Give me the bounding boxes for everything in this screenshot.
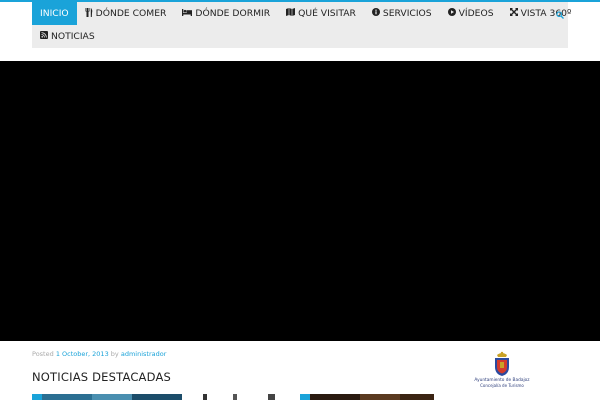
coat-of-arms-icon [495,351,509,376]
nav-item-label: NOTICIAS [51,31,95,42]
logo-subtitle: Concejalía de Turismo [480,383,524,388]
nav-item-videos[interactable]: VÍDEOS [440,2,502,25]
featured-thumbnail-1[interactable] [32,394,182,400]
ayuntamiento-logo[interactable]: Ayuntamiento de Badajoz Concejalía de Tu… [472,351,532,400]
nav-item-servicios[interactable]: SERVICIOS [364,2,440,25]
nav-item-donde-comer[interactable]: DÓNDE COMER [77,2,175,25]
info-icon [371,8,380,19]
nav-item-label: VÍDEOS [458,8,494,19]
search-button[interactable] [552,2,568,25]
section-title: NOTICIAS DESTACADAS [32,370,172,384]
play-icon [447,8,456,19]
post-author-link[interactable]: administrador [121,350,167,358]
nav-row-secondary: NOTICIAS [32,25,103,48]
nav-item-noticias[interactable]: NOTICIAS [32,25,103,48]
featured-thumbnail-2[interactable] [193,394,293,400]
posted-by: by [110,350,119,358]
cutlery-icon [85,7,93,20]
nav-item-label: QUÉ VISITAR [298,8,356,19]
featured-thumbnail-3[interactable] [300,394,434,400]
nav-item-label: INICIO [40,8,69,19]
main-navigation: INICIO DÓNDE COMER DÓNDE DORMIR QUÉ VISI… [32,2,571,48]
nav-item-inicio[interactable]: INICIO [32,2,77,25]
map-icon [286,8,296,19]
arrows-icon [509,8,518,19]
post-date-link[interactable]: 1 October, 2013 [56,350,109,358]
nav-item-label: SERVICIOS [382,8,432,19]
nav-item-donde-dormir[interactable]: DÓNDE DORMIR [174,2,278,25]
posted-prefix: Posted [32,350,54,358]
nav-item-label: DÓNDE COMER [95,8,167,19]
post-meta: Posted 1 October, 2013 by administrador [32,350,166,358]
search-icon [556,4,564,23]
nav-item-que-visitar[interactable]: QUÉ VISITAR [278,2,364,25]
nav-item-label: DÓNDE DORMIR [195,8,271,19]
nav-row-primary: INICIO DÓNDE COMER DÓNDE DORMIR QUÉ VISI… [32,2,579,25]
bed-icon [182,8,193,19]
hero-video[interactable] [0,61,600,341]
rss-icon [40,31,48,42]
